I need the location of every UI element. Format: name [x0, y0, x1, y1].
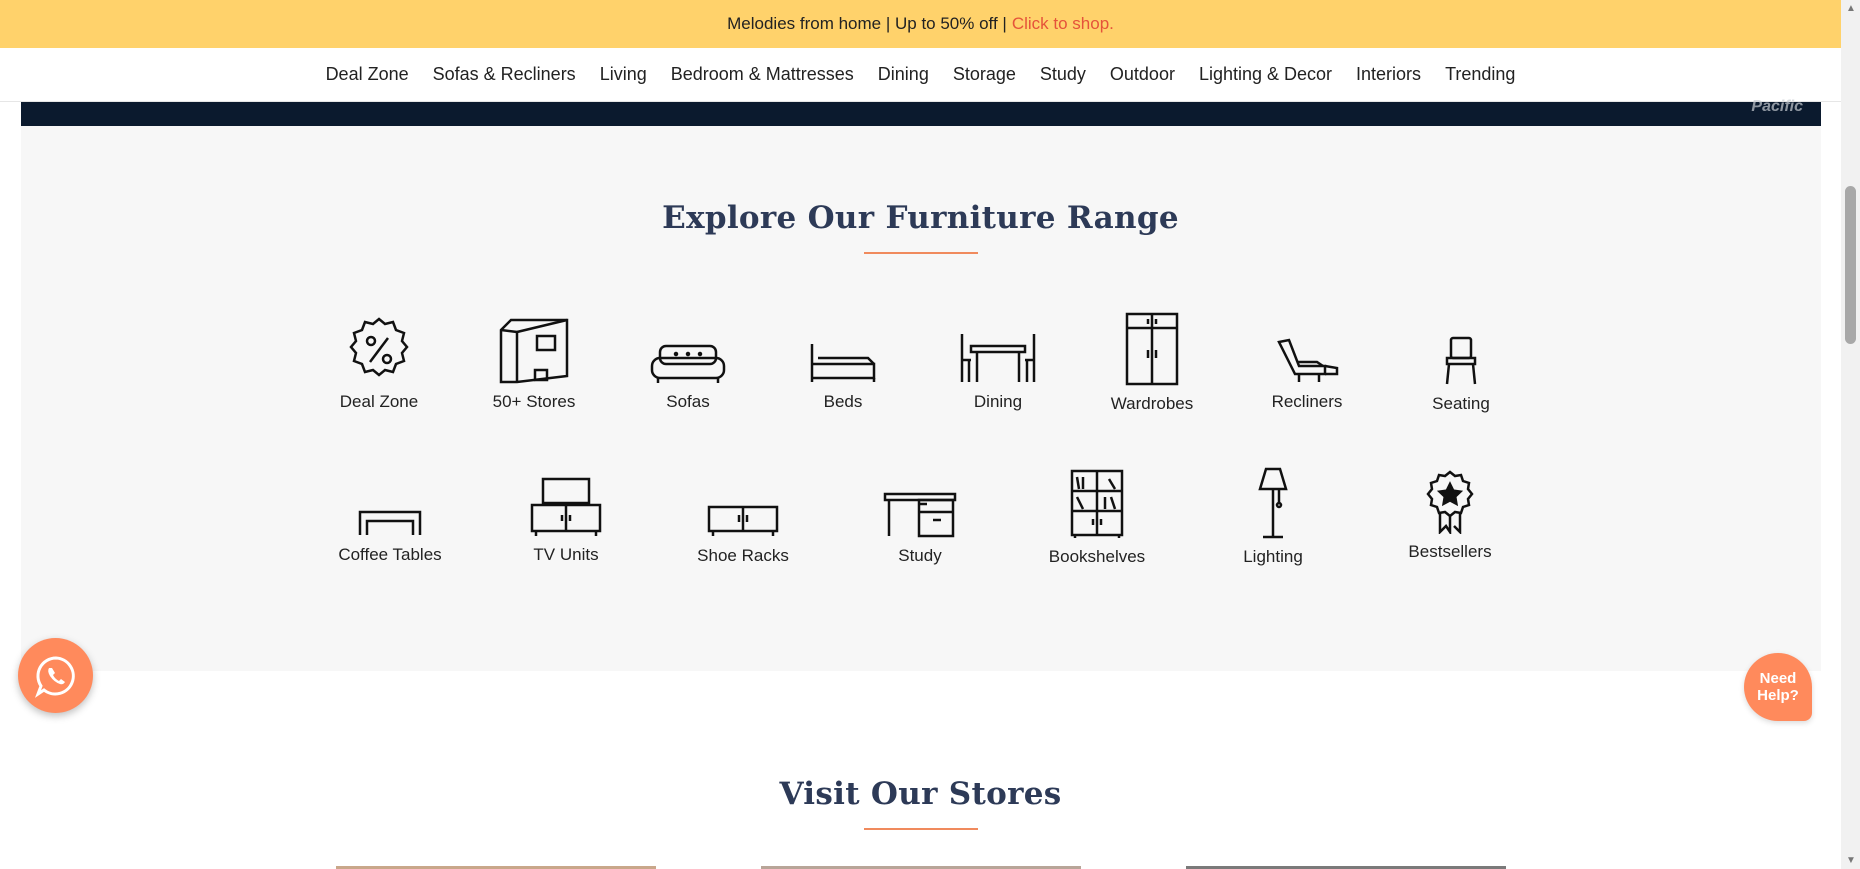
dining-table-icon: [960, 334, 1036, 382]
category-recliners[interactable]: Recliners: [1232, 338, 1382, 412]
recliner-icon: [1277, 338, 1339, 382]
study-desk-icon: [883, 492, 957, 538]
floor-lamp-icon: [1258, 467, 1288, 539]
nav-living[interactable]: Living: [588, 64, 659, 85]
bed-icon: [810, 344, 876, 382]
category-label: Bestsellers: [1408, 542, 1492, 561]
stores-underline: [864, 828, 978, 830]
explore-title: Explore Our Furniture Range: [662, 200, 1179, 236]
scrollbar[interactable]: ▲ ▼: [1841, 0, 1860, 869]
need-help-line1: Need: [1759, 670, 1797, 687]
category-sofas[interactable]: Sofas: [613, 342, 763, 412]
whatsapp-button[interactable]: [18, 638, 93, 713]
hero-watermark: Pacific: [1751, 98, 1803, 115]
category-stores[interactable]: 50+ Stores: [459, 316, 609, 412]
nav-deal-zone[interactable]: Deal Zone: [314, 64, 421, 85]
category-dining[interactable]: Dining: [923, 332, 1073, 412]
page: Melodies from home | Up to 50% off | Cli…: [0, 0, 1860, 869]
category-label: Deal Zone: [339, 392, 419, 411]
category-shoe-racks[interactable]: Shoe Racks: [668, 504, 818, 566]
promo-text: Melodies from home | Up to 50% off |: [727, 14, 1007, 33]
category-label: Bookshelves: [1048, 547, 1146, 566]
nav-dining[interactable]: Dining: [866, 64, 941, 85]
category-label: Seating: [1432, 394, 1490, 413]
promo-bar[interactable]: Melodies from home | Up to 50% off | Cli…: [0, 0, 1841, 48]
nav-bedroom-mattresses[interactable]: Bedroom & Mattresses: [659, 64, 866, 85]
discount-badge-icon: [349, 317, 409, 377]
category-label: Study: [898, 546, 942, 565]
need-help-line2: Help?: [1757, 687, 1799, 704]
nav-study[interactable]: Study: [1028, 64, 1098, 85]
category-label: Recliners: [1271, 392, 1343, 411]
nav-sofas-recliners[interactable]: Sofas & Recliners: [421, 64, 588, 85]
nav-trending[interactable]: Trending: [1433, 64, 1527, 85]
shoe-rack-icon: [707, 505, 779, 536]
category-deal-zone[interactable]: Deal Zone: [304, 316, 454, 412]
bookshelf-icon: [1070, 469, 1124, 538]
category-wardrobes[interactable]: Wardrobes: [1077, 312, 1227, 414]
stores-title: Visit Our Stores: [779, 776, 1062, 812]
category-coffee-tables[interactable]: Coffee Tables: [315, 509, 465, 565]
category-seating[interactable]: Seating: [1386, 336, 1536, 414]
category-label: Lighting: [1243, 547, 1303, 566]
whatsapp-icon: [34, 655, 75, 698]
category-label: Shoe Racks: [697, 546, 789, 565]
category-label: Sofas: [666, 392, 710, 411]
category-tv-units[interactable]: TV Units: [491, 477, 641, 565]
category-study[interactable]: Study: [845, 490, 995, 566]
award-badge-icon: [1426, 470, 1474, 534]
scroll-down-icon[interactable]: ▼: [1846, 855, 1856, 866]
store-icon: [499, 318, 569, 384]
category-label: Coffee Tables: [338, 545, 442, 564]
scroll-up-icon[interactable]: ▲: [1846, 3, 1856, 14]
category-lighting[interactable]: Lighting: [1198, 467, 1348, 567]
category-beds[interactable]: Beds: [768, 342, 918, 412]
tv-unit-icon: [530, 477, 602, 536]
category-bookshelves[interactable]: Bookshelves: [1022, 469, 1172, 567]
category-label: TV Units: [533, 545, 599, 564]
category-label: Dining: [973, 392, 1023, 411]
need-help-button[interactable]: Need Help?: [1744, 653, 1812, 721]
promo-cta-link[interactable]: Click to shop.: [1012, 14, 1114, 34]
main-nav: Deal Zone Sofas & Recliners Living Bedro…: [0, 48, 1841, 102]
title-underline: [864, 252, 978, 254]
nav-interiors[interactable]: Interiors: [1344, 64, 1433, 85]
category-label: 50+ Stores: [492, 392, 576, 411]
scrollbar-thumb[interactable]: [1845, 186, 1856, 344]
hero-banner[interactable]: Pacific: [21, 98, 1821, 126]
chair-icon: [1445, 336, 1477, 385]
wardrobe-icon: [1125, 312, 1179, 386]
nav-storage[interactable]: Storage: [941, 64, 1028, 85]
coffee-table-icon: [358, 510, 422, 535]
category-label: Beds: [823, 392, 863, 411]
category-bestsellers[interactable]: Bestsellers: [1375, 470, 1525, 562]
nav-lighting-decor[interactable]: Lighting & Decor: [1187, 64, 1344, 85]
sofa-icon: [650, 344, 726, 383]
nav-outdoor[interactable]: Outdoor: [1098, 64, 1187, 85]
category-label: Wardrobes: [1110, 394, 1194, 413]
